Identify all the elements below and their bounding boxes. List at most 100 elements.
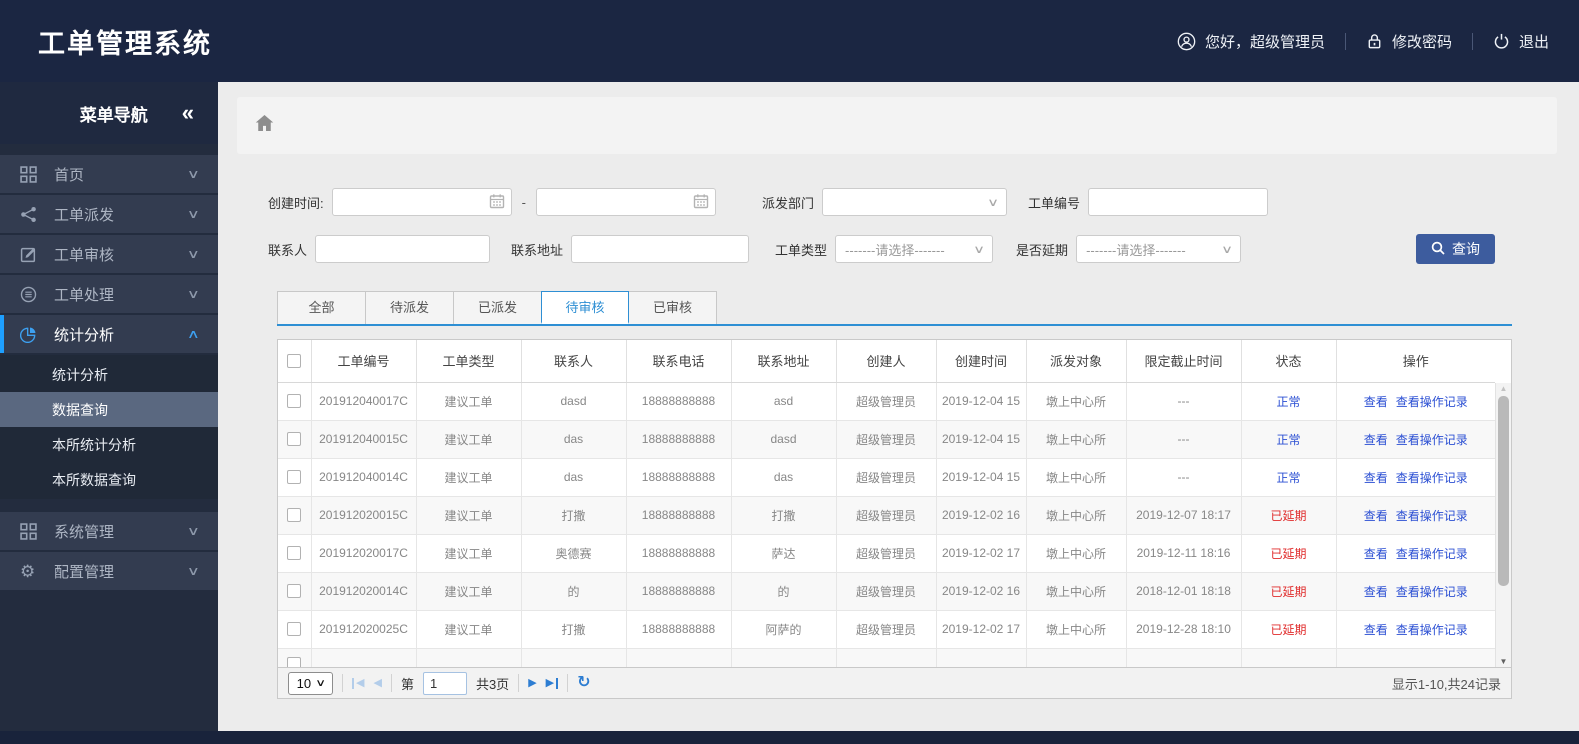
total-pages-label: 共3页 xyxy=(475,676,510,692)
view-log-link[interactable]: 查看操作记录 xyxy=(1396,471,1468,485)
header-actions: 您好，超级管理员 修改密码 退出 xyxy=(1177,31,1549,52)
scroll-up-icon[interactable]: ▲ xyxy=(1496,384,1511,393)
view-link[interactable]: 查看 xyxy=(1364,433,1388,447)
table-cell: 墩上中心所 xyxy=(1026,457,1127,496)
view-log-link[interactable]: 查看操作记录 xyxy=(1396,395,1468,409)
view-log-link[interactable]: 查看操作记录 xyxy=(1396,585,1468,599)
pager-divider xyxy=(518,674,520,692)
table-cell: 2019-12-11 18:16 xyxy=(1126,533,1242,572)
table-cell: 奥德赛 xyxy=(521,533,627,572)
view-link[interactable]: 查看 xyxy=(1364,509,1388,523)
sidebar-item[interactable]: 系统管理 ∨ xyxy=(0,512,218,550)
sidebar-item[interactable]: 工单审核 ∨ xyxy=(0,235,218,273)
table-cell: das xyxy=(521,419,627,458)
view-link[interactable]: 查看 xyxy=(1364,623,1388,637)
search-button[interactable]: 查询 xyxy=(1416,234,1495,264)
dispatch-dept-select[interactable]: ∨ xyxy=(821,188,1007,216)
prev-page-button[interactable]: ◀ xyxy=(373,677,381,689)
view-link[interactable]: 查看 xyxy=(1364,547,1388,561)
created-from-input[interactable] xyxy=(331,188,512,216)
row-checkbox[interactable] xyxy=(287,584,302,598)
tab[interactable]: 已审核 xyxy=(629,291,717,324)
select-all-checkbox[interactable] xyxy=(287,353,302,368)
column-header: 创建时间 xyxy=(936,340,1027,383)
table-cell: 2019-12-04 15 xyxy=(936,419,1027,458)
pager-divider xyxy=(342,674,343,692)
row-checkbox[interactable] xyxy=(287,394,302,408)
table-cell: 201912020025C xyxy=(311,609,417,648)
refresh-icon[interactable]: ↻ xyxy=(577,675,590,691)
chevron-up-icon: ∧ xyxy=(187,327,201,341)
sidebar-subitem[interactable]: 统计分析 xyxy=(0,357,218,392)
view-log-link[interactable]: 查看操作记录 xyxy=(1396,509,1468,523)
first-page-button[interactable]: ◀ xyxy=(352,677,364,689)
status-badge: 已延期 xyxy=(1270,546,1307,561)
address-input[interactable] xyxy=(571,235,750,263)
sidebar-item[interactable]: 统计分析 ∧ xyxy=(0,315,218,353)
calendar-icon[interactable] xyxy=(489,193,505,214)
sidebar-item[interactable]: 工单处理 ∨ xyxy=(0,275,218,313)
search-icon xyxy=(1431,241,1445,258)
created-to-field xyxy=(535,188,716,216)
filter-form: 创建时间: - 派发部门 ∨ 工单编号 联系人 联系地址 工单类型 ------… xyxy=(237,187,1557,264)
view-link[interactable]: 查看 xyxy=(1364,471,1388,485)
nav-title-bar: 菜单导航 « xyxy=(0,82,218,144)
page-input[interactable] xyxy=(422,671,467,695)
table-cell: 的 xyxy=(521,571,627,610)
view-log-link[interactable]: 查看操作记录 xyxy=(1396,433,1468,447)
page-size-select[interactable]: 10 ∨ xyxy=(288,671,333,695)
table-cell: das xyxy=(521,457,627,496)
chevron-down-icon: ∨ xyxy=(972,243,986,256)
view-log-link[interactable]: 查看操作记录 xyxy=(1396,623,1468,637)
row-checkbox[interactable] xyxy=(287,470,302,484)
calendar-icon[interactable] xyxy=(693,193,709,214)
sidebar-subitem[interactable]: 本所数据查询 xyxy=(0,462,218,497)
sidebar-item[interactable]: ⚙ 配置管理 ∨ xyxy=(0,552,218,590)
contact-input[interactable] xyxy=(315,235,491,263)
pagination-bar: 10 ∨ ◀ ◀ 第 共3页 ▶ ▶ ↻ xyxy=(278,667,1511,698)
tab[interactable]: 已派发 xyxy=(453,291,541,324)
home-icon[interactable] xyxy=(255,114,274,137)
row-checkbox[interactable] xyxy=(287,622,302,636)
table-cell: 18888888888 xyxy=(626,381,732,420)
sidebar-subitem[interactable]: 本所统计分析 xyxy=(0,427,218,462)
table-row: 201912020014C 建议工单的 18888888888 的超级管理员 2019-… xyxy=(278,571,1495,610)
scrollbar-thumb[interactable] xyxy=(1498,396,1509,586)
view-link[interactable]: 查看 xyxy=(1364,585,1388,599)
sidebar-item[interactable]: 首页 ∨ xyxy=(0,155,218,193)
tab[interactable]: 待审核 xyxy=(541,291,629,324)
table-row: 201912040014C 建议工单 das 18888888888 das 超级管理员 2… xyxy=(278,457,1495,496)
collapse-sidebar-icon[interactable]: « xyxy=(182,102,194,124)
table-cell: --- xyxy=(1126,381,1242,420)
status-badge: 正常 xyxy=(1276,470,1301,485)
view-link[interactable]: 查看 xyxy=(1364,395,1388,409)
delay-select[interactable]: -------请选择------- ∨ xyxy=(1076,235,1242,263)
view-log-link[interactable]: 查看操作记录 xyxy=(1396,547,1468,561)
last-page-button[interactable]: ▶ xyxy=(546,677,559,689)
change-password-link[interactable]: 修改密码 xyxy=(1366,31,1452,52)
logout-link[interactable]: 退出 xyxy=(1493,31,1549,52)
row-checkbox[interactable] xyxy=(287,432,302,446)
row-checkbox[interactable] xyxy=(287,656,302,667)
tab[interactable]: 全部 xyxy=(277,291,365,324)
sidebar-item[interactable]: 工单派发 ∨ xyxy=(0,195,218,233)
created-to-input[interactable] xyxy=(535,188,716,216)
table-cell: 18888888888 xyxy=(626,571,732,610)
sidebar-item-label: 工单派发 xyxy=(54,206,115,224)
order-type-select[interactable]: -------请选择------- ∨ xyxy=(835,235,994,263)
table-cell: --- xyxy=(1126,457,1242,496)
sidebar-subitem[interactable]: 数据查询 xyxy=(0,392,218,427)
scroll-down-icon[interactable]: ▼ xyxy=(1496,657,1511,666)
row-checkbox[interactable] xyxy=(287,508,302,522)
order-no-input[interactable] xyxy=(1088,188,1268,216)
chevron-down-icon: ∨ xyxy=(315,677,327,689)
sidebar-menu: 首页 ∨ 工单派发 ∨ 工单审核 ∨ 工单处理 ∨ 统计分析 ∧ 统计分析 数据查询 本所统计分析 本所数… xyxy=(0,144,218,592)
tab[interactable]: 待派发 xyxy=(365,291,453,324)
row-checkbox[interactable] xyxy=(287,546,302,560)
table-scrollbar[interactable]: ▲ ▼ xyxy=(1495,383,1511,667)
main-content: 创建时间: - 派发部门 ∨ 工单编号 联系人 联系地址 工单类型 ------… xyxy=(218,82,1579,731)
user-greeting[interactable]: 您好，超级管理员 xyxy=(1177,31,1325,52)
next-page-button[interactable]: ▶ xyxy=(528,677,536,689)
column-header: 创建人 xyxy=(836,340,937,383)
table-cell: dasd xyxy=(731,419,837,458)
